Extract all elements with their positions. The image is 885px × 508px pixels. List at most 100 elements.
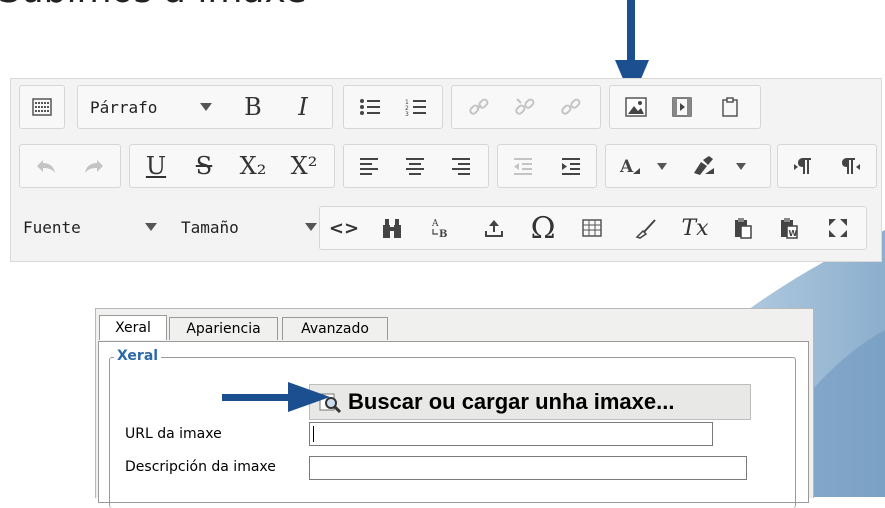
anchor-icon [561, 98, 581, 115]
svg-text:W: W [789, 229, 798, 238]
paste-text-button[interactable] [720, 207, 766, 249]
brush-icon [635, 219, 656, 239]
format-combo[interactable]: Párrafo [90, 86, 226, 128]
replace-button[interactable]: AB [416, 207, 464, 249]
font-combo[interactable]: Fuente [23, 206, 171, 248]
bulleted-list-button[interactable] [348, 86, 392, 128]
maximize-button[interactable] [814, 207, 862, 249]
outdent-button[interactable] [500, 145, 546, 187]
format-painter-button[interactable] [622, 207, 670, 249]
upload-icon [485, 220, 503, 237]
unlink-button[interactable] [502, 86, 548, 128]
strikethrough-label: S [195, 152, 213, 180]
undo-icon [37, 160, 55, 173]
insert-hr-button[interactable] [470, 207, 518, 249]
table-button[interactable] [568, 207, 616, 249]
anchor-button[interactable] [548, 86, 594, 128]
align-center-icon [406, 158, 424, 175]
manage-files-button[interactable] [708, 86, 752, 128]
background-color-dropdown[interactable] [730, 145, 752, 187]
tab-panel: Xeral Buscar ou cargar unha imaxe... URL… [98, 341, 809, 508]
browse-image-label: Buscar ou cargar unha imaxe... [348, 389, 675, 414]
text-color-icon: A [619, 157, 640, 176]
subscript-label: X₂ [239, 152, 267, 180]
clear-format-button[interactable]: Tx [670, 207, 720, 249]
align-right-button[interactable] [438, 145, 484, 187]
editor-toolbar: Párrafo B I 123 U S X₂ X² A Fuente Tamañ… [10, 78, 882, 262]
browse-image-button[interactable]: Buscar ou cargar unha imaxe... [309, 384, 751, 420]
text-color-button[interactable]: A [608, 145, 652, 187]
tab-apariencia[interactable]: Apariencia [169, 317, 278, 340]
link-button[interactable] [456, 86, 502, 128]
highlighter-icon [694, 156, 714, 175]
replace-icon: AB [431, 219, 447, 239]
tab-xeral[interactable]: Xeral [99, 315, 167, 340]
underline-label: U [145, 152, 167, 180]
special-char-button[interactable]: Ω [518, 207, 568, 249]
toolbar-group [497, 144, 597, 188]
toolbar-toggle-button[interactable] [20, 86, 64, 128]
clear-format-label: Tx [681, 215, 709, 241]
superscript-button[interactable]: X² [278, 145, 330, 187]
image-dialog: Xeral Apariencia Avanzado Xeral Buscar o… [95, 308, 814, 508]
source-code-label: <> [328, 217, 360, 239]
superscript-label: X² [290, 152, 318, 180]
paste-word-button[interactable]: W [766, 207, 812, 249]
tab-label: Avanzado [301, 321, 369, 337]
italic-label: I [298, 93, 308, 121]
toolbar-group: Párrafo B I [77, 85, 333, 129]
paragraph-rtl-icon [842, 158, 860, 174]
numbered-list-button[interactable]: 123 [394, 86, 438, 128]
link-icon [469, 98, 489, 115]
bold-label: B [244, 93, 262, 121]
toolbar-group [19, 85, 65, 129]
paste-word-icon: W [781, 218, 798, 239]
undo-button[interactable] [22, 145, 70, 187]
table-icon [582, 219, 602, 237]
redo-icon [85, 160, 103, 173]
source-code-button[interactable]: <> [320, 207, 368, 249]
insert-image-button[interactable] [614, 86, 658, 128]
strikethrough-button[interactable]: S [180, 145, 228, 187]
italic-button[interactable]: I [278, 86, 328, 128]
find-button[interactable] [368, 207, 416, 249]
redo-button[interactable] [70, 145, 118, 187]
description-input[interactable] [309, 456, 747, 480]
toolbar-group: Fuente Tamaño [13, 206, 317, 248]
insert-media-button[interactable] [660, 86, 704, 128]
indent-button[interactable] [548, 145, 594, 187]
svg-text:B: B [439, 229, 447, 239]
chevron-down-icon [200, 103, 212, 111]
ltr-button[interactable] [780, 145, 826, 187]
toolbar-group: <> AB Ω Tx W [319, 206, 867, 250]
font-combo-label: Fuente [23, 217, 81, 237]
align-left-button[interactable] [346, 145, 392, 187]
toolbar-group [343, 144, 489, 188]
align-center-button[interactable] [392, 145, 438, 187]
subscript-button[interactable]: X₂ [228, 145, 278, 187]
bold-button[interactable]: B [228, 86, 278, 128]
film-icon [672, 97, 692, 117]
chevron-down-icon [736, 162, 746, 170]
description-label: Descripción da imaxe [125, 459, 276, 475]
svg-text:A: A [619, 157, 634, 176]
image-icon [625, 97, 647, 117]
size-combo[interactable]: Tamaño [181, 206, 327, 248]
background-color-button[interactable] [678, 145, 728, 187]
keyboard-icon [32, 98, 52, 116]
chevron-down-icon [657, 162, 667, 170]
toolbar-group: U S X₂ X² [129, 144, 335, 188]
align-left-icon [360, 158, 378, 175]
pointer-arrow-right [222, 382, 330, 412]
underline-button[interactable]: U [132, 145, 180, 187]
tab-avanzado[interactable]: Avanzado [282, 317, 388, 340]
url-input[interactable] [309, 422, 713, 446]
url-label: URL da imaxe [125, 426, 222, 442]
text-color-dropdown[interactable] [652, 145, 672, 187]
toolbar-group: A [605, 144, 771, 188]
bulleted-list-icon [360, 99, 380, 115]
format-combo-label: Párrafo [90, 97, 158, 117]
rtl-button[interactable] [828, 145, 874, 187]
chevron-down-icon [305, 223, 317, 231]
page-heading: Subimos a imaxe [0, 0, 307, 11]
